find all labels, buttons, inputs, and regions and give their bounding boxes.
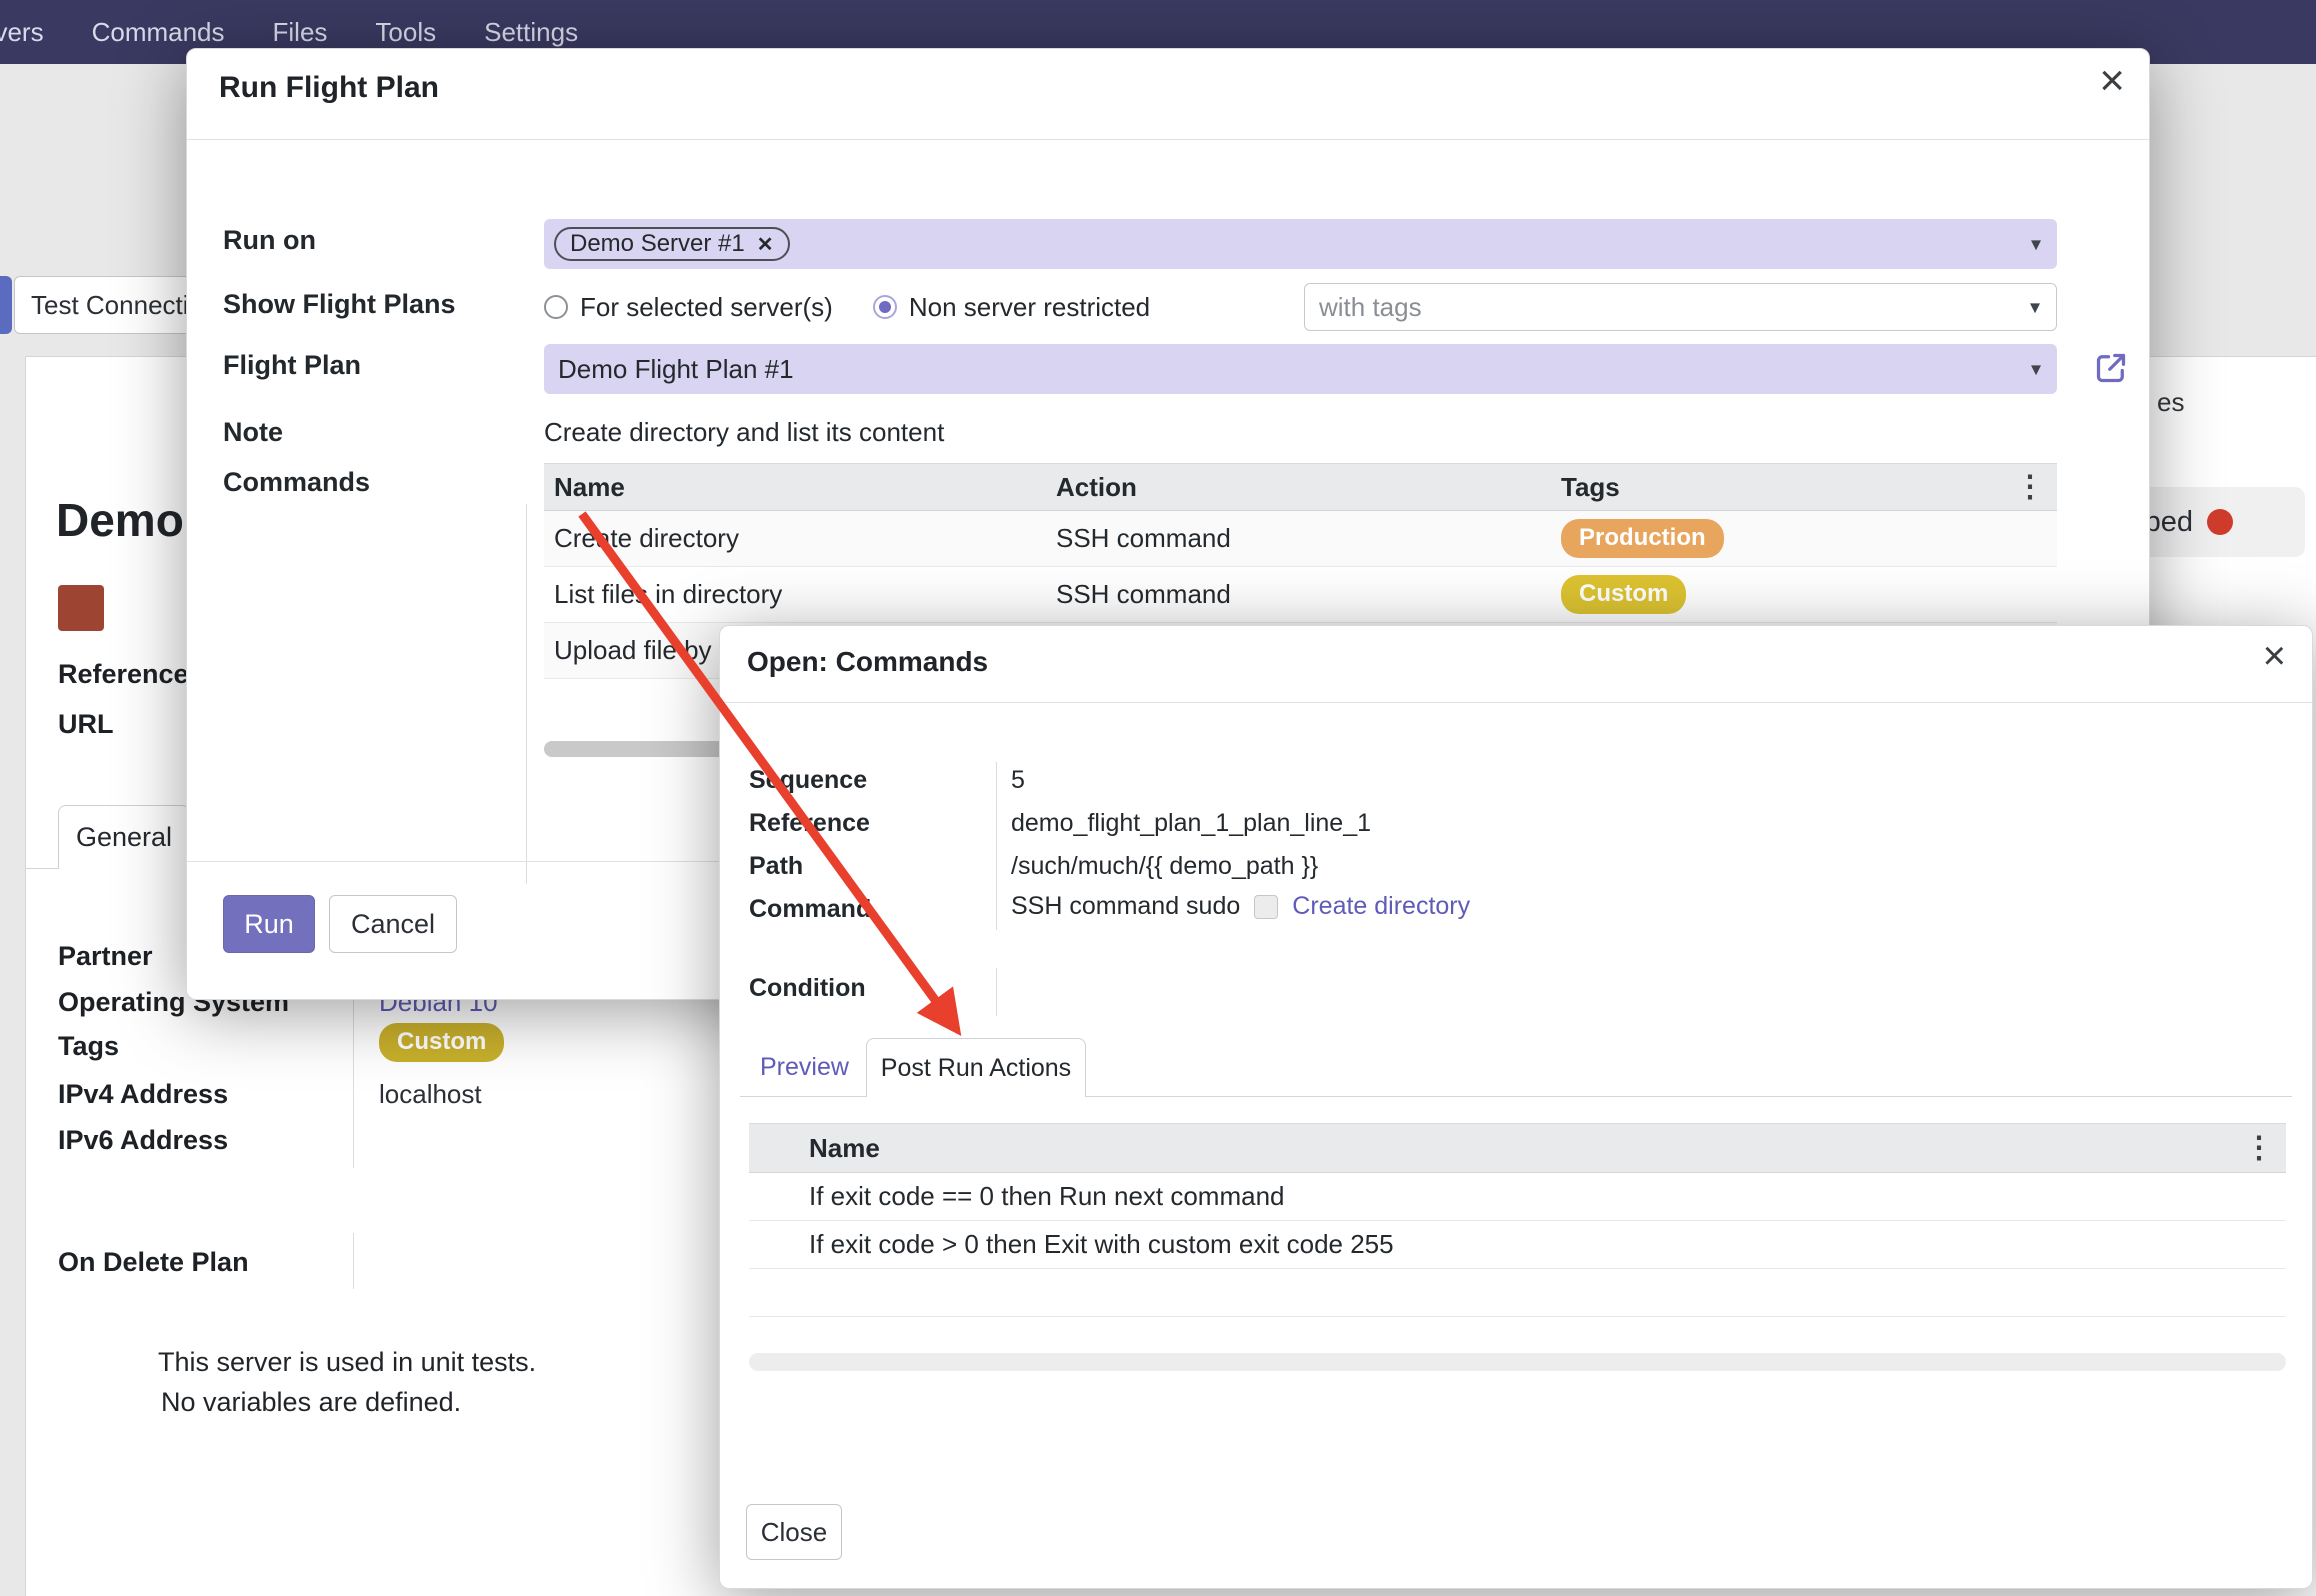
table-options-kebab-icon[interactable]: ⋮ <box>2015 470 2045 505</box>
run-on-label: Run on <box>223 225 316 256</box>
primary-button-edge[interactable] <box>0 276 12 334</box>
actions-table-header: Name ⋮ <box>749 1123 2286 1173</box>
partner-label: Partner <box>58 941 153 972</box>
column-header-name[interactable]: Name <box>749 1133 880 1164</box>
tag-badge-custom: Custom <box>1561 575 1686 614</box>
on-delete-plan-label: On Delete Plan <box>58 1247 249 1278</box>
tag-badge-custom[interactable]: Custom <box>379 1023 504 1062</box>
path-value: /such/much/{{ demo_path }} <box>1011 852 1318 881</box>
note-label: Note <box>223 417 283 448</box>
reference-value: demo_flight_plan_1_plan_line_1 <box>1011 809 1371 838</box>
command-value-row: SSH command sudo Create directory <box>1011 892 1470 921</box>
table-row-empty <box>749 1269 2286 1317</box>
nav-item-servers[interactable]: Servers <box>0 17 68 48</box>
radio-non-server-restricted-label: Non server restricted <box>909 292 1150 323</box>
field-divider <box>996 968 997 1016</box>
url-label: URL <box>58 709 114 740</box>
dropdown-caret-icon: ▾ <box>2031 232 2041 257</box>
cell-action: SSH command <box>1056 579 1561 610</box>
open-commands-modal: Open: Commands × Sequence 5 Reference de… <box>719 625 2313 1589</box>
post-run-actions-table: Name ⋮ If exit code == 0 then Run next c… <box>749 1123 2286 1319</box>
column-header-tags[interactable]: Tags <box>1561 472 1620 503</box>
note-value: Create directory and list its content <box>544 417 944 448</box>
flight-plan-value: Demo Flight Plan #1 <box>558 354 794 385</box>
remove-tag-icon[interactable]: ✕ <box>757 232 774 257</box>
path-label: Path <box>749 852 803 881</box>
tag-badge-production: Production <box>1561 519 1724 558</box>
with-tags-placeholder: with tags <box>1319 292 1422 323</box>
cell-name: If exit code == 0 then Run next command <box>749 1181 1285 1212</box>
command-value: SSH command sudo <box>1011 892 1240 921</box>
server-tag-pill: Demo Server #1 ✕ <box>554 227 790 261</box>
truncated-header-label: es <box>2157 387 2184 418</box>
tab-general[interactable]: General <box>58 805 190 869</box>
reference-label: Reference <box>58 659 189 690</box>
modal-title: Open: Commands <box>747 646 988 678</box>
divider <box>187 139 2149 140</box>
tab-preview[interactable]: Preview <box>760 1038 849 1096</box>
nav-item-commands[interactable]: Commands <box>68 17 249 48</box>
color-swatch[interactable] <box>58 585 104 631</box>
close-button[interactable]: Close <box>746 1504 842 1560</box>
table-options-kebab-icon[interactable]: ⋮ <box>2244 1131 2274 1166</box>
radio-non-server-restricted[interactable] <box>873 295 897 319</box>
reference-label: Reference <box>749 809 870 838</box>
ipv6-label: IPv6 Address <box>58 1125 228 1156</box>
cell-name: Create directory <box>544 523 1056 554</box>
commands-table-header: Name Action Tags ⋮ <box>544 463 2057 511</box>
modal-title: Run Flight Plan <box>219 71 439 105</box>
tags-badge-wrap: Custom <box>379 1023 504 1062</box>
ipv4-label: IPv4 Address <box>58 1079 228 1110</box>
cell-action: SSH command <box>1056 523 1561 554</box>
flight-plan-filter-radios: For selected server(s) Non server restri… <box>544 283 1150 331</box>
tags-label: Tags <box>58 1031 119 1062</box>
unit-test-note-line2: No variables are defined. <box>161 1387 461 1418</box>
tab-post-run-actions[interactable]: Post Run Actions <box>866 1038 1086 1097</box>
external-link-icon[interactable] <box>2091 348 2131 388</box>
run-on-select[interactable]: Demo Server #1 ✕ ▾ <box>544 219 2057 269</box>
column-header-name[interactable]: Name <box>544 472 1056 503</box>
command-label: Command <box>749 895 871 924</box>
unit-test-note-line1: This server is used in unit tests. <box>158 1347 536 1378</box>
flight-plan-select[interactable]: Demo Flight Plan #1 ▾ <box>544 344 2057 394</box>
cell-name: List files in directory <box>544 579 1056 610</box>
flight-plan-label: Flight Plan <box>223 350 361 381</box>
close-icon[interactable]: × <box>2263 636 2286 676</box>
create-directory-link[interactable]: Create directory <box>1292 892 1470 921</box>
divider <box>720 702 2312 703</box>
table-row[interactable]: List files in directory SSH command Cust… <box>544 567 2057 623</box>
table-row[interactable]: Create directory SSH command Production <box>544 511 2057 567</box>
server-tag-label: Demo Server #1 <box>570 230 745 258</box>
ipv4-value: localhost <box>379 1079 482 1110</box>
commands-label: Commands <box>223 467 370 498</box>
close-icon[interactable]: × <box>2099 59 2125 103</box>
field-divider <box>526 504 527 884</box>
condition-label: Condition <box>749 974 866 1003</box>
dropdown-caret-icon: ▾ <box>2031 357 2041 382</box>
column-header-action[interactable]: Action <box>1056 472 1561 503</box>
sequence-value: 5 <box>1011 766 1025 795</box>
sequence-label: Sequence <box>749 766 867 795</box>
run-button[interactable]: Run <box>223 895 315 953</box>
field-divider <box>996 762 997 930</box>
radio-for-selected-servers-label: For selected server(s) <box>580 292 833 323</box>
create-directory-checkbox[interactable] <box>1254 895 1278 919</box>
nav-item-tools[interactable]: Tools <box>351 17 460 48</box>
nav-item-files[interactable]: Files <box>249 17 352 48</box>
show-flight-plans-label: Show Flight Plans <box>223 289 456 320</box>
status-stopped-dot-icon <box>2207 509 2233 535</box>
cancel-button[interactable]: Cancel <box>329 895 457 953</box>
cell-name: If exit code > 0 then Exit with custom e… <box>749 1229 1394 1260</box>
page-title: Demo <box>56 493 184 547</box>
dropdown-caret-icon: ▾ <box>2030 295 2040 320</box>
table-row[interactable]: If exit code == 0 then Run next command <box>749 1173 2286 1221</box>
label-divider <box>353 1233 354 1289</box>
horizontal-scrollbar-track[interactable] <box>749 1353 2286 1371</box>
nav-item-settings[interactable]: Settings <box>460 17 602 48</box>
table-row[interactable]: If exit code > 0 then Exit with custom e… <box>749 1221 2286 1269</box>
radio-for-selected-servers[interactable] <box>544 295 568 319</box>
with-tags-select[interactable]: with tags ▾ <box>1304 283 2057 331</box>
